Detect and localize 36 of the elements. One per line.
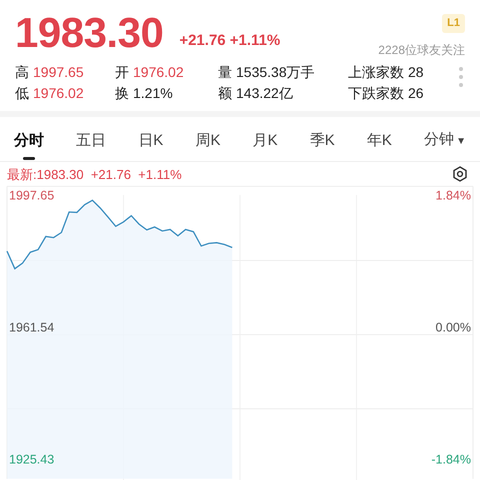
stat-value: 143.22亿 bbox=[236, 84, 293, 102]
stat-value: 1976.02 bbox=[133, 62, 184, 82]
period-tab[interactable]: 五日 bbox=[76, 130, 106, 160]
stat-label: 低 bbox=[15, 84, 29, 102]
stat-label: 换 bbox=[115, 84, 129, 102]
percent-tick-label: -1.84% bbox=[431, 452, 471, 466]
stat-label: 量 bbox=[218, 62, 232, 82]
followers-count: 2228位球友关注 bbox=[378, 42, 465, 58]
stat-value: 1535.38万手 bbox=[236, 62, 315, 82]
percent-tick-label: 1.84% bbox=[436, 188, 471, 202]
stat-label: 上涨家数 bbox=[348, 62, 404, 82]
period-tab[interactable]: 分钟▼ bbox=[424, 130, 466, 160]
period-tab[interactable]: 分时 bbox=[14, 130, 44, 160]
stat-value: 1976.02 bbox=[33, 84, 84, 102]
period-tab[interactable]: 日K bbox=[138, 130, 164, 160]
stat-value: 1.21% bbox=[133, 84, 173, 102]
period-tab[interactable]: 季K bbox=[310, 130, 335, 160]
latest-quote: 最新:1983.30 +21.76 +1.11% bbox=[7, 166, 182, 184]
stat-label: 下跌家数 bbox=[348, 84, 404, 102]
level-badge: L1 bbox=[442, 14, 465, 32]
price-change: +21.76 +1.11% bbox=[179, 30, 280, 50]
percent-tick-label: 0.00% bbox=[436, 320, 471, 334]
stat-label: 高 bbox=[15, 62, 29, 82]
stat-value: 28 bbox=[408, 62, 424, 82]
price-tick-label: 1961.54 bbox=[9, 320, 54, 334]
stat-value: 1997.65 bbox=[33, 62, 84, 82]
stat-value: 26 bbox=[408, 84, 424, 102]
price-tick-label: 1925.43 bbox=[9, 452, 54, 466]
period-tab[interactable]: 年K bbox=[366, 130, 392, 160]
period-tab[interactable]: 周K bbox=[195, 130, 220, 160]
stat-label: 额 bbox=[218, 84, 232, 102]
period-tab[interactable]: 月K bbox=[252, 130, 278, 160]
settings-icon[interactable] bbox=[452, 166, 468, 182]
price-tick-label: 1997.65 bbox=[9, 188, 54, 202]
stat-label: 开 bbox=[115, 62, 129, 82]
price-value: 1983.30 bbox=[15, 12, 164, 54]
